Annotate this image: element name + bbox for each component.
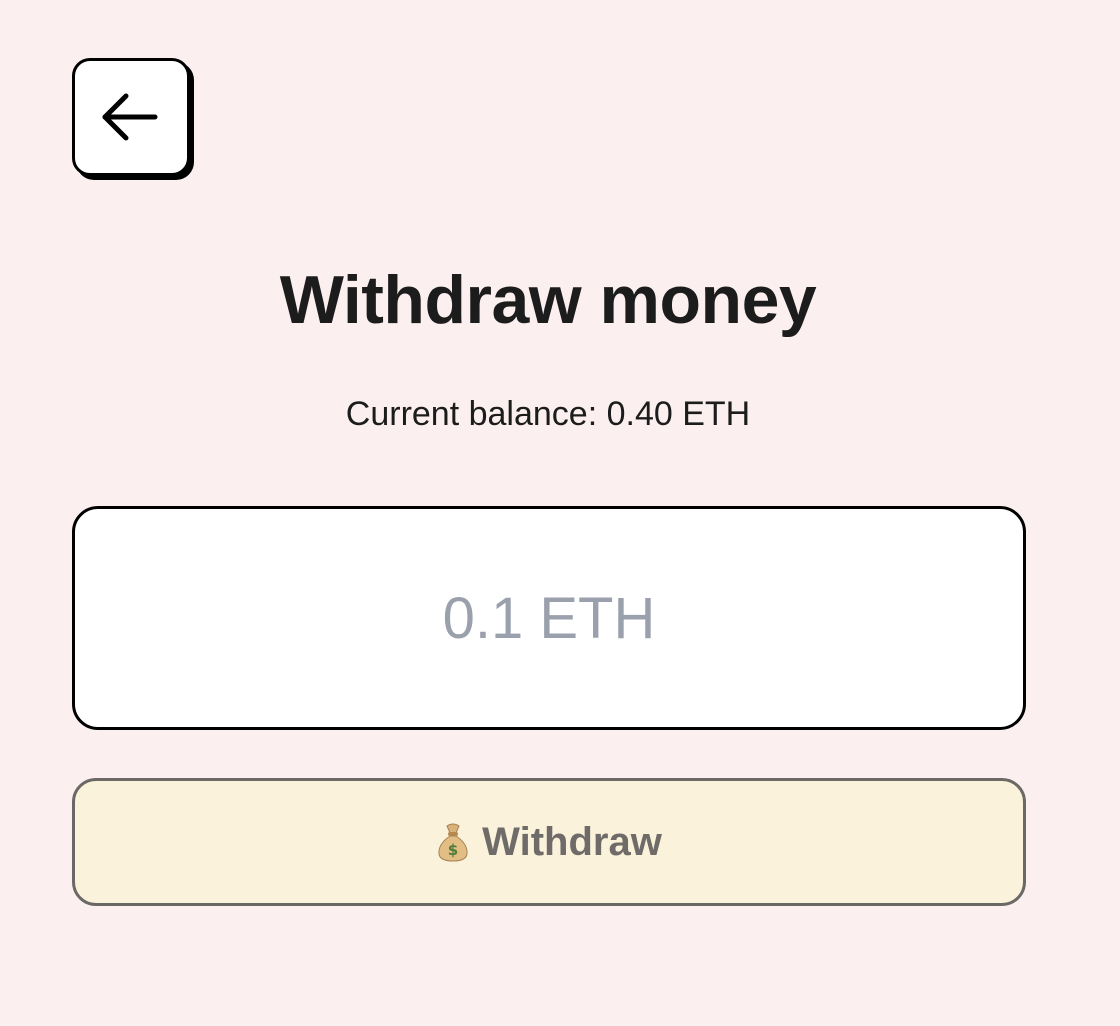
withdraw-label: Withdraw — [482, 820, 662, 864]
money-bag-icon: $ — [436, 822, 470, 862]
arrow-left-icon — [102, 93, 158, 141]
withdraw-button[interactable]: $ Withdraw — [72, 778, 1026, 906]
svg-text:$: $ — [448, 841, 458, 859]
current-balance: Current balance: 0.40 ETH — [345, 395, 751, 433]
back-button[interactable] — [72, 58, 190, 176]
page-title: Withdraw money — [279, 262, 817, 338]
amount-input[interactable] — [72, 506, 1026, 730]
